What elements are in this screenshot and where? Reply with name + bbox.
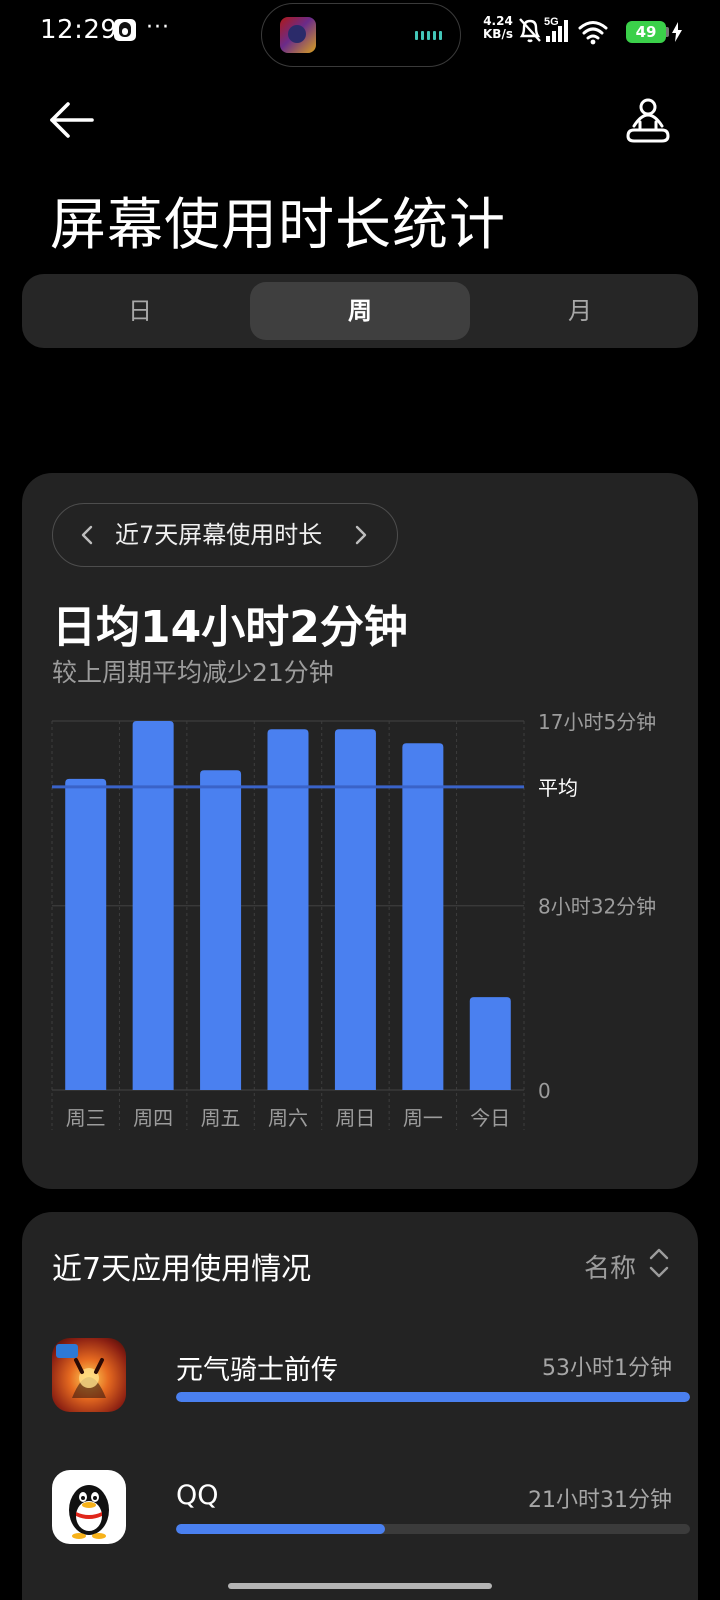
bar-周一	[402, 743, 444, 1090]
soul-knight-prequel-icon	[52, 1338, 126, 1412]
period-tabs: 日 周 月	[22, 274, 698, 348]
y-tick-label: 0	[538, 1079, 551, 1103]
app-usage-time: 53小时1分钟	[542, 1356, 672, 1381]
more-notifications-icon: ···	[146, 15, 170, 40]
bar-周三	[65, 778, 107, 1090]
average-label: 平均	[538, 776, 578, 800]
app-usage-bar-fill	[176, 1392, 690, 1402]
x-tick-label: 周五	[201, 1106, 241, 1130]
battery-cap	[666, 27, 669, 37]
home-indicator[interactable]	[228, 1583, 492, 1589]
screen-time-card: 近7天屏幕使用时长 日均14小时2分钟 较上周期平均减少21分钟 周三 周四 周五周…	[22, 473, 698, 1189]
network-type-label: 5G	[544, 16, 559, 28]
app-row-qq[interactable]: QQ 21小时31分钟	[52, 1470, 690, 1546]
app-row-soul-knight[interactable]: 元气骑士前传 53小时1分钟	[52, 1338, 690, 1414]
focus-mode-button[interactable]	[620, 94, 676, 150]
bar-周日	[334, 729, 376, 1090]
page-title: 屏幕使用时长统计	[50, 193, 506, 258]
app-usage-title: 近7天应用使用情况	[52, 1252, 312, 1287]
dynamic-island[interactable]	[261, 3, 461, 67]
tab-week[interactable]: 周	[250, 282, 470, 340]
game-app-icon	[280, 17, 316, 53]
tab-month[interactable]: 月	[470, 282, 690, 340]
app-usage-bar-fill	[176, 1524, 385, 1534]
status-time: 12:29	[40, 15, 118, 45]
app-usage-time: 21小时31分钟	[528, 1488, 672, 1513]
app-usage-bar	[176, 1392, 690, 1402]
bar-今日	[469, 997, 511, 1090]
usage-bar-chart: 周三 周四 周五 周六 周日 周一 今日 平均 17小时5分钟 8小时32分钟 0	[51, 710, 656, 1130]
x-tick-label: 周一	[403, 1106, 443, 1130]
charging-bolt-icon	[672, 22, 682, 42]
x-tick-label: 周日	[335, 1106, 375, 1130]
x-tick-label: 周六	[268, 1106, 308, 1130]
app-name: QQ	[176, 1480, 219, 1511]
app-usage-card: 近7天应用使用情况 名称 元气骑士前传 53小时1分钟 QQ 21小时31分钟	[22, 1212, 698, 1600]
meditation-icon	[626, 98, 670, 143]
y-tick-label: 8小时32分钟	[538, 895, 656, 919]
app-usage-bar	[176, 1524, 690, 1534]
x-tick-label: 周三	[66, 1106, 106, 1130]
battery-indicator: 49	[626, 21, 666, 43]
y-tick-label: 17小时5分钟	[538, 710, 656, 734]
bar-周六	[267, 729, 309, 1090]
network-speed-unit: KB/s	[483, 27, 513, 41]
sort-label[interactable]: 名称	[584, 1248, 636, 1285]
x-tick-label: 今日	[470, 1106, 510, 1130]
back-button[interactable]	[44, 94, 100, 150]
bar-周五	[200, 770, 242, 1090]
qq-notification-icon	[114, 19, 136, 41]
audio-wave-icon	[415, 31, 442, 40]
x-tick-label: 周四	[133, 1106, 173, 1130]
wifi-icon	[578, 21, 608, 40]
status-icons: 5G	[519, 16, 608, 45]
qq-icon	[52, 1470, 126, 1544]
status-bar: 12:29 ··· 4.24 KB/s 5G 49	[0, 0, 720, 67]
network-speed: 4.24 KB/s	[483, 15, 513, 41]
back-arrow-icon	[50, 102, 94, 138]
app-name: 元气骑士前传	[176, 1355, 338, 1386]
sort-toggle-icon[interactable]	[648, 1246, 670, 1280]
bar-周四	[132, 721, 174, 1090]
tab-day[interactable]: 日	[30, 282, 250, 340]
mute-bell-icon	[519, 18, 541, 43]
